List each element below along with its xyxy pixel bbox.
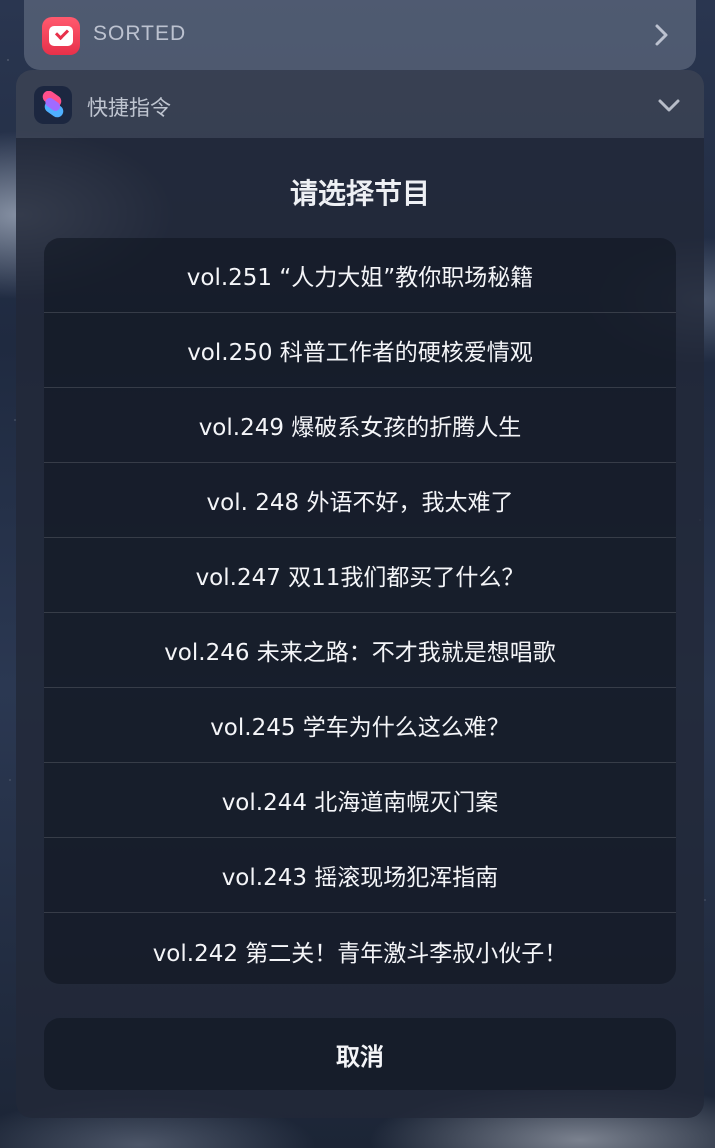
choice-item-vol247[interactable]: vol.247 双11我们都买了什么？ (44, 538, 676, 613)
choice-item-vol248[interactable]: vol. 248 外语不好，我太难了 (44, 463, 676, 538)
choice-item-vol250[interactable]: vol.250 科普工作者的硬核爱情观 (44, 313, 676, 388)
sorted-app-icon (42, 17, 80, 55)
prompt-title: 请选择节目 (289, 177, 430, 210)
choice-item-vol251[interactable]: vol.251 “人力大姐”教你职场秘籍 (44, 238, 676, 313)
choice-list: vol.251 “人力大姐”教你职场秘籍 vol.250 科普工作者的硬核爱情观… (44, 238, 676, 984)
choice-item-vol246[interactable]: vol.246 未来之路：不才我就是想唱歌 (44, 613, 676, 688)
sorted-widget-header[interactable]: SORTED (24, 0, 696, 70)
choice-item-vol249[interactable]: vol.249 爆破系女孩的折腾人生 (44, 388, 676, 463)
shortcuts-widget: 快捷指令 请选择节目 vol.251 “人力大姐”教你职场秘籍 vol.250 … (16, 70, 704, 1118)
choice-item-vol244[interactable]: vol.244 北海道南幌灭门案 (44, 763, 676, 838)
chevron-down-icon[interactable] (654, 90, 684, 120)
choice-item-vol243[interactable]: vol.243 摇滚现场犯浑指南 (44, 838, 676, 913)
shortcuts-widget-title: 快捷指令 (87, 96, 171, 120)
choice-item-vol245[interactable]: vol.245 学车为什么这么难？ (44, 688, 676, 763)
choice-item-vol242[interactable]: vol.242 第二关！青年激斗李叔小伙子！ (44, 913, 676, 984)
shortcuts-app-icon (34, 86, 72, 124)
sorted-widget-title: SORTED (93, 22, 187, 45)
chevron-right-icon[interactable] (646, 20, 676, 50)
cancel-button[interactable]: 取消 (44, 1018, 676, 1090)
